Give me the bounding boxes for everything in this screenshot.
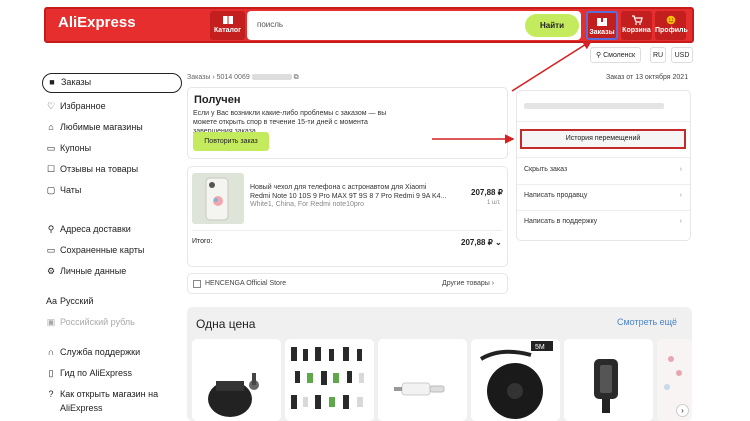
plastic-clips-image xyxy=(291,347,364,409)
product-card[interactable] xyxy=(192,339,281,421)
bike-bell-image xyxy=(208,373,259,417)
chevron-right-icon: › xyxy=(681,406,684,415)
cable-reel-image: 5M xyxy=(479,341,553,419)
phone-holder-image xyxy=(594,359,618,413)
product-card[interactable]: 5M xyxy=(471,339,560,421)
audio-adapter-image xyxy=(394,382,445,396)
section-title: Одна цена xyxy=(196,317,256,331)
see-more-link[interactable]: Смотреть ещё xyxy=(617,317,677,327)
product-card[interactable] xyxy=(564,339,653,421)
product-card[interactable] xyxy=(378,339,467,421)
svg-text:5M: 5M xyxy=(535,344,545,351)
product-card[interactable] xyxy=(285,339,374,421)
carousel-next-button[interactable]: › xyxy=(676,404,689,417)
arrow-to-orders xyxy=(511,40,593,92)
